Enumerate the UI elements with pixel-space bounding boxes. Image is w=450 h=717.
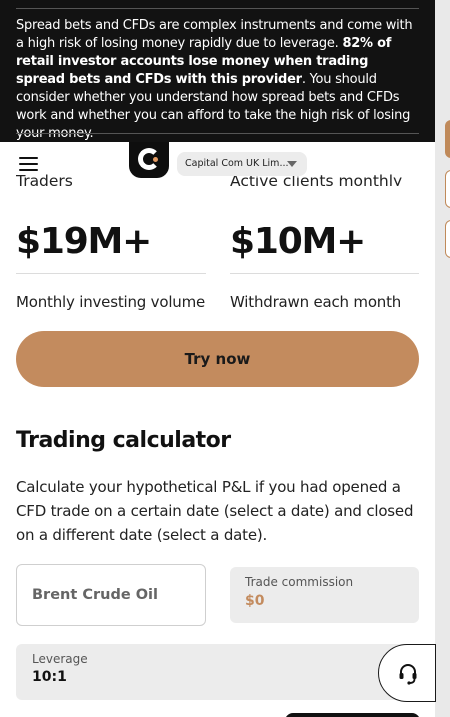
logo-dot xyxy=(153,157,158,162)
leverage-label: Leverage xyxy=(32,652,88,666)
trade-commission-value: $0 xyxy=(245,593,265,609)
headset-icon xyxy=(399,664,417,685)
side-tab-tertiary[interactable] xyxy=(445,220,450,258)
entity-selector[interactable]: Capital Com UK Lim... xyxy=(177,152,307,176)
trade-commission-label: Trade commission xyxy=(245,575,354,589)
calculator-title: Trading calculator xyxy=(16,428,231,453)
stat-label-traders: Traders xyxy=(16,172,73,186)
entity-selector-label: Capital Com UK Lim... xyxy=(185,158,289,169)
page: Spread bets and CFDs are complex instrum… xyxy=(0,0,435,717)
side-tab-secondary[interactable] xyxy=(445,170,450,208)
stat-caption-withdrawn: Withdrawn each month xyxy=(230,293,402,311)
risk-warning-banner: Spread bets and CFDs are complex instrum… xyxy=(0,0,435,142)
stat-caption-investing-volume: Monthly investing volume xyxy=(16,293,206,311)
stat-value-investing-volume: $19M+ xyxy=(16,221,152,262)
side-tab-primary[interactable] xyxy=(445,120,450,158)
capital-com-logo[interactable] xyxy=(129,142,169,178)
leverage-value: 10:1 xyxy=(32,669,67,685)
support-chat-button[interactable] xyxy=(378,644,436,702)
risk-warning-text: Spread bets and CFDs are complex instrum… xyxy=(16,17,420,143)
banner-divider-top xyxy=(16,8,419,9)
stat-divider xyxy=(230,273,419,274)
stat-value-withdrawn: $10M+ xyxy=(230,221,366,262)
calculator-description: Calculate your hypothetical P&L if you h… xyxy=(16,478,414,544)
leverage-selector[interactable]: Leverage 10:1 xyxy=(16,644,419,700)
stat-divider xyxy=(16,273,206,274)
chevron-down-icon xyxy=(287,161,297,167)
hamburger-menu-icon[interactable] xyxy=(19,157,38,171)
asset-selector[interactable]: Brent Crude Oil xyxy=(16,564,206,626)
trade-commission-field: Trade commission $0 xyxy=(230,567,419,623)
banner-divider-bottom xyxy=(16,133,419,134)
next-section-peek xyxy=(285,713,420,717)
try-now-button[interactable]: Try now xyxy=(16,331,419,387)
side-strip xyxy=(435,0,450,717)
